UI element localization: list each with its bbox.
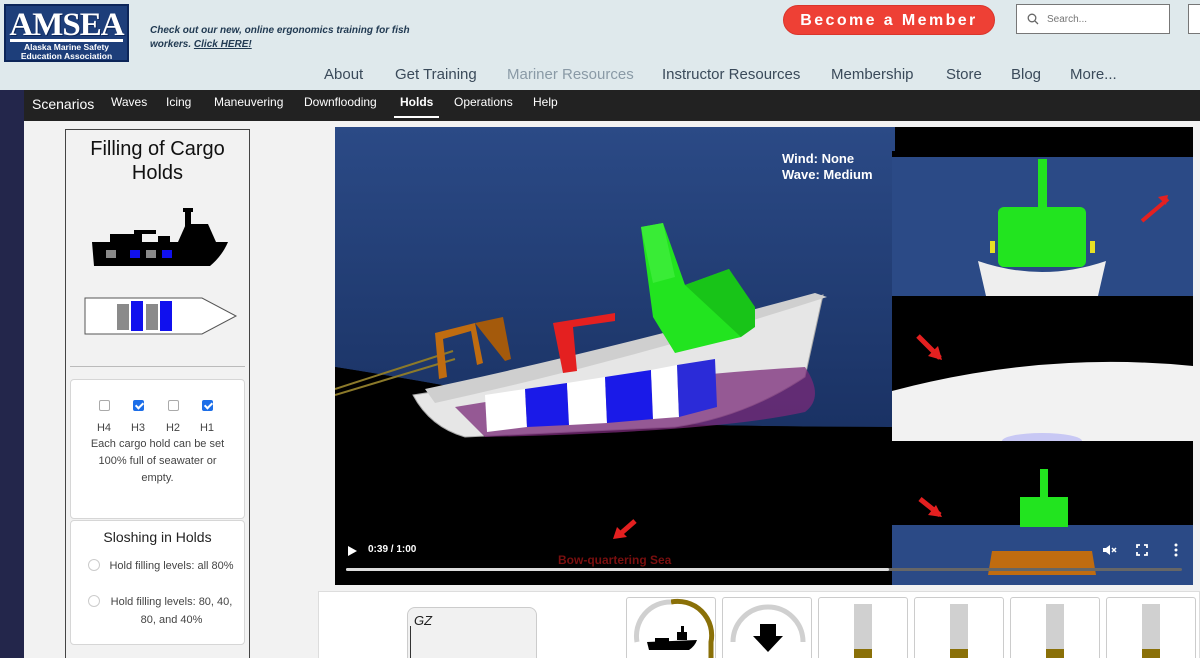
logo-subtitle: Alaska Marine Safety Education Associati…	[6, 43, 127, 61]
hold-checkbox-h2[interactable]: H2	[160, 400, 186, 434]
search-box[interactable]	[1016, 4, 1170, 34]
logo-title: AMSEA	[9, 7, 124, 43]
nav-instructor-resources[interactable]: Instructor Resources	[662, 66, 800, 83]
bar-fill	[1142, 649, 1160, 658]
gz-axis-label: GZ	[414, 613, 433, 628]
radio-button[interactable]	[88, 595, 100, 607]
checkbox-box[interactable]	[98, 400, 110, 411]
ship-icon	[647, 626, 697, 650]
scenarios-nav: Scenarios Waves Icing Maneuvering Downfl…	[24, 90, 1200, 121]
bar-track	[1046, 604, 1064, 658]
site-header: AMSEA Alaska Marine Safety Education Ass…	[0, 0, 1200, 90]
ship-top-view-icon	[84, 297, 238, 335]
hold-checkboxes: H4 H3 H2 H1	[91, 400, 219, 440]
scenario-panel: Filling of Cargo Holds H4 H3 H2 H1 Each …	[65, 129, 250, 658]
nav-store[interactable]: Store	[946, 66, 982, 83]
video-progress-fill	[346, 568, 890, 571]
gz-axis-line	[410, 626, 411, 658]
nav-about[interactable]: About	[324, 66, 363, 83]
promo-banner: Check out our new, online ergonomics tra…	[150, 24, 410, 52]
panel-divider	[70, 366, 245, 367]
hold-level-bar-1	[818, 597, 908, 658]
search-icon	[1027, 13, 1039, 25]
wind-label: Wind: None	[782, 151, 855, 166]
play-icon[interactable]	[348, 546, 357, 556]
radio-label: Hold filling levels: all 80%	[109, 560, 234, 572]
wave-label: Wave: Medium	[782, 167, 873, 182]
bar-fill	[950, 649, 968, 658]
panel-title-line2: Holds	[131, 162, 184, 184]
scenarios-brand[interactable]: Scenarios	[32, 92, 94, 123]
nav-more[interactable]: More...	[1070, 66, 1117, 83]
holds-note: Each cargo hold can be set 100% full of …	[90, 438, 225, 484]
bar-track	[1142, 604, 1160, 658]
sloshing-option-mixed[interactable]: Hold filling levels: 80, 40, 80, and 40%	[88, 593, 238, 629]
hold-checkbox-h3[interactable]: H3	[125, 400, 151, 434]
hold-level-bar-3	[1010, 597, 1100, 658]
left-sidebar-stripe	[0, 90, 24, 658]
down-arrow-icon	[753, 624, 783, 652]
bar-track	[950, 604, 968, 658]
bar-track	[854, 604, 872, 658]
tab-help[interactable]: Help	[533, 90, 558, 121]
ship-side-view-icon	[92, 208, 228, 266]
header-extra-button[interactable]	[1188, 4, 1200, 34]
checkbox-box[interactable]	[167, 400, 179, 411]
heel-gauge	[626, 597, 716, 658]
tab-maneuvering[interactable]: Maneuvering	[214, 90, 283, 121]
search-input[interactable]	[1047, 13, 1157, 25]
promo-text: Check out our new, online ergonomics tra…	[150, 25, 410, 50]
tab-holds[interactable]: Holds	[394, 90, 440, 118]
bow-camera-inset	[892, 151, 1193, 296]
video-controls: 0:39 / 1:00	[335, 537, 1193, 585]
checkbox-box[interactable]	[201, 400, 213, 411]
mute-icon[interactable]	[1101, 542, 1117, 558]
checkbox-label: H4	[96, 422, 112, 434]
tab-waves[interactable]: Waves	[111, 90, 147, 121]
fullscreen-icon[interactable]	[1134, 542, 1150, 558]
hull-camera-inset	[892, 296, 1193, 441]
hold-level-bar-2	[914, 597, 1004, 658]
bar-fill	[1046, 649, 1064, 658]
tab-downflooding[interactable]: Downflooding	[304, 90, 377, 121]
become-member-button[interactable]: Become a Member	[783, 5, 995, 35]
panel-title-line1: Filling of Cargo	[90, 138, 225, 160]
hold-checkbox-h4[interactable]: H4	[91, 400, 117, 434]
simulation-video[interactable]: Wind: None Wave: Medium Bow-quartering S…	[335, 127, 1193, 585]
radio-label: Hold filling levels: 80, 40, 80, and 40%	[110, 596, 233, 626]
nav-blog[interactable]: Blog	[1011, 66, 1041, 83]
nav-mariner-resources[interactable]: Mariner Resources	[507, 66, 634, 83]
hold-checkbox-h1[interactable]: H1	[194, 400, 220, 434]
nav-get-training[interactable]: Get Training	[395, 66, 477, 83]
sloshing-card: Sloshing in Holds Hold filling levels: a…	[70, 520, 245, 645]
heel-dial	[633, 598, 715, 658]
conditions-label: Wind: None Wave: Medium	[782, 151, 873, 183]
sloshing-option-all-80[interactable]: Hold filling levels: all 80%	[88, 557, 238, 575]
checkbox-label: H2	[165, 422, 181, 434]
amsea-logo[interactable]: AMSEA Alaska Marine Safety Education Ass…	[4, 4, 129, 62]
hold-level-bar-4	[1106, 597, 1196, 658]
bar-fill	[854, 649, 872, 658]
logo-subtitle-line2: Education Association	[20, 51, 113, 61]
panel-title: Filling of Cargo Holds	[66, 137, 249, 185]
main-nav: About Get Training Mariner Resources Ins…	[0, 66, 1200, 86]
tab-icing[interactable]: Icing	[166, 90, 191, 121]
checkbox-box[interactable]	[132, 400, 144, 411]
promo-link[interactable]: Click HERE!	[194, 39, 252, 50]
video-time: 0:39 / 1:00	[368, 544, 417, 555]
checkbox-label: H1	[199, 422, 215, 434]
holds-card: H4 H3 H2 H1 Each cargo hold can be set 1…	[70, 379, 245, 519]
trim-gauge	[722, 597, 812, 658]
checkbox-label: H3	[130, 422, 146, 434]
trim-dial	[730, 604, 806, 652]
nav-membership[interactable]: Membership	[831, 66, 914, 83]
radio-button[interactable]	[88, 559, 100, 571]
tab-operations[interactable]: Operations	[454, 90, 513, 121]
gz-curve-chart: GZ	[407, 607, 537, 658]
more-options-icon[interactable]	[1168, 542, 1184, 558]
sloshing-title: Sloshing in Holds	[103, 529, 212, 545]
video-progress-bar[interactable]	[346, 568, 1182, 571]
